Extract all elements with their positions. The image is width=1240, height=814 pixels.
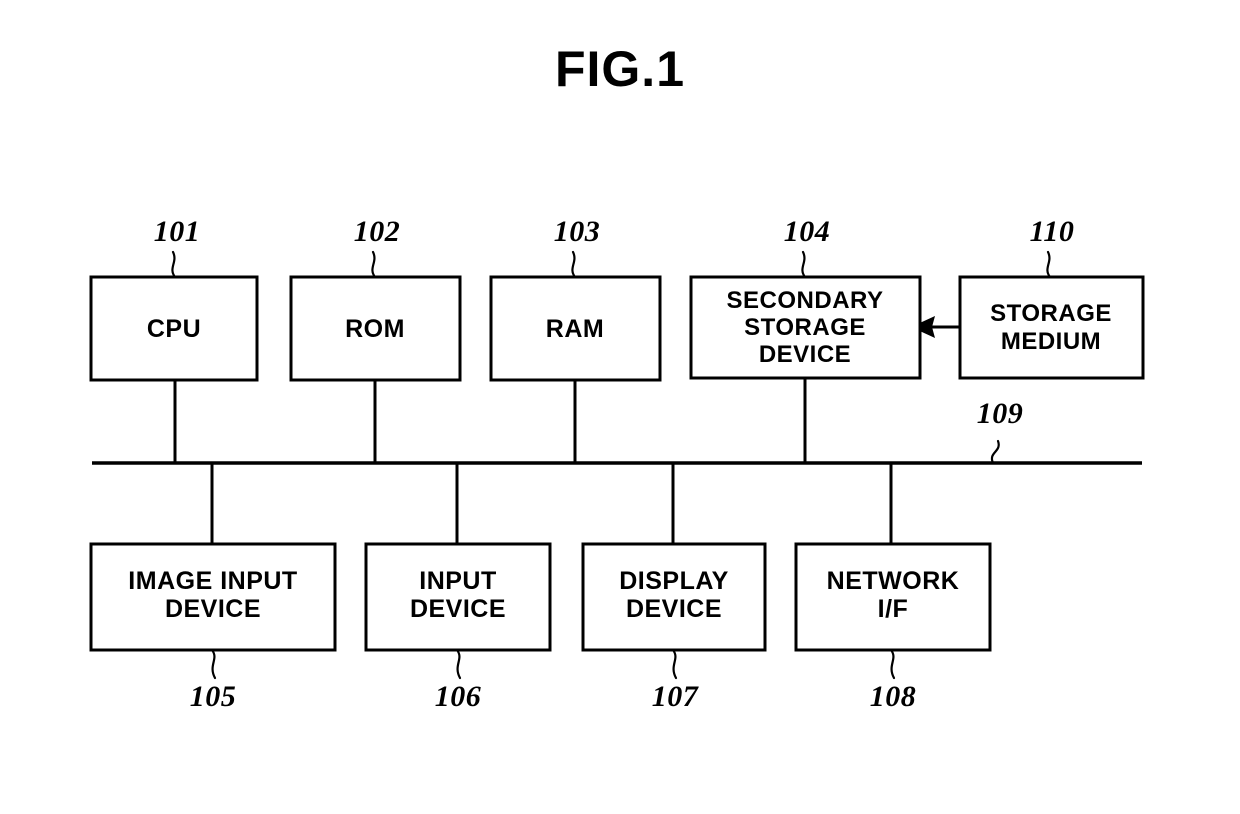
ref-number-104: 104 (784, 215, 831, 248)
ref-number-102: 102 (354, 215, 401, 248)
top-connectors-group (173, 378, 807, 463)
bottom-connectors-group (210, 463, 893, 544)
ref-leader-104 (801, 250, 807, 279)
ref-number-105: 105 (190, 680, 237, 713)
ref-number-108: 108 (870, 680, 917, 713)
block-display-device-label-line-1: DEVICE (626, 595, 722, 623)
block-secondary-storage-device-label-line-0: SECONDARY (727, 287, 884, 314)
block-image-input-device-label-line-1: DEVICE (165, 595, 261, 623)
ref-number-110: 110 (1030, 215, 1075, 248)
ref-number-107: 107 (652, 680, 699, 713)
block-storage-medium[interactable]: STORAGE MEDIUM 110 (958, 215, 1145, 380)
block-input-device-label-line-0: INPUT (419, 567, 497, 595)
block-cpu[interactable]: CPU 101 (89, 215, 259, 382)
ref-leader-105 (210, 648, 217, 680)
block-storage-medium-label-line-1: MEDIUM (1001, 328, 1101, 355)
ref-number-103: 103 (554, 215, 601, 248)
block-ram[interactable]: RAM 103 (489, 215, 662, 382)
block-input-device-label-line-1: DEVICE (410, 595, 506, 623)
block-diagram-canvas: CPU 101 ROM 102 RAM 103 SECONDARY STORAG… (89, 215, 1145, 713)
block-network-if-label-line-1: I/F (878, 595, 909, 623)
ref-leader-110 (1046, 250, 1052, 279)
block-secondary-storage-device-label-line-2: DEVICE (759, 341, 851, 368)
ref-leader-103 (571, 250, 577, 279)
ref-leader-109 (990, 439, 1000, 465)
ref-number-101: 101 (154, 215, 201, 248)
block-rom[interactable]: ROM 102 (289, 215, 462, 382)
system-bus-group (92, 439, 1142, 465)
block-network-if-label-line-0: NETWORK (827, 567, 960, 595)
block-network-if[interactable]: NETWORK I/F 108 (794, 542, 992, 713)
block-rom-label-line-0: ROM (345, 315, 405, 343)
ref-leader-107 (671, 648, 678, 680)
figure-root: FIG.1 CPU 101 ROM 102 RAM 103 SECONDARY … (0, 0, 1240, 814)
block-secondary-storage-device[interactable]: SECONDARY STORAGE DEVICE 104 (689, 215, 922, 380)
ref-leader-108 (889, 648, 896, 680)
block-ram-label-line-0: RAM (546, 315, 604, 343)
block-image-input-device-label-line-0: IMAGE INPUT (128, 567, 297, 595)
block-input-device[interactable]: INPUT DEVICE 106 (364, 542, 552, 713)
ref-leader-102 (371, 250, 377, 279)
ref-leader-106 (455, 648, 462, 680)
ref-number-106: 106 (435, 680, 482, 713)
block-image-input-device[interactable]: IMAGE INPUT DEVICE 105 (89, 542, 337, 713)
block-cpu-label-line-0: CPU (147, 315, 201, 343)
block-display-device[interactable]: DISPLAY DEVICE 107 (581, 542, 767, 713)
ref-leader-101 (171, 250, 177, 279)
block-display-device-label-line-0: DISPLAY (619, 567, 729, 595)
ref-number-109: 109 (977, 397, 1024, 430)
block-storage-medium-label-line-0: STORAGE (990, 300, 1112, 327)
block-secondary-storage-device-label-line-1: STORAGE (744, 314, 866, 341)
